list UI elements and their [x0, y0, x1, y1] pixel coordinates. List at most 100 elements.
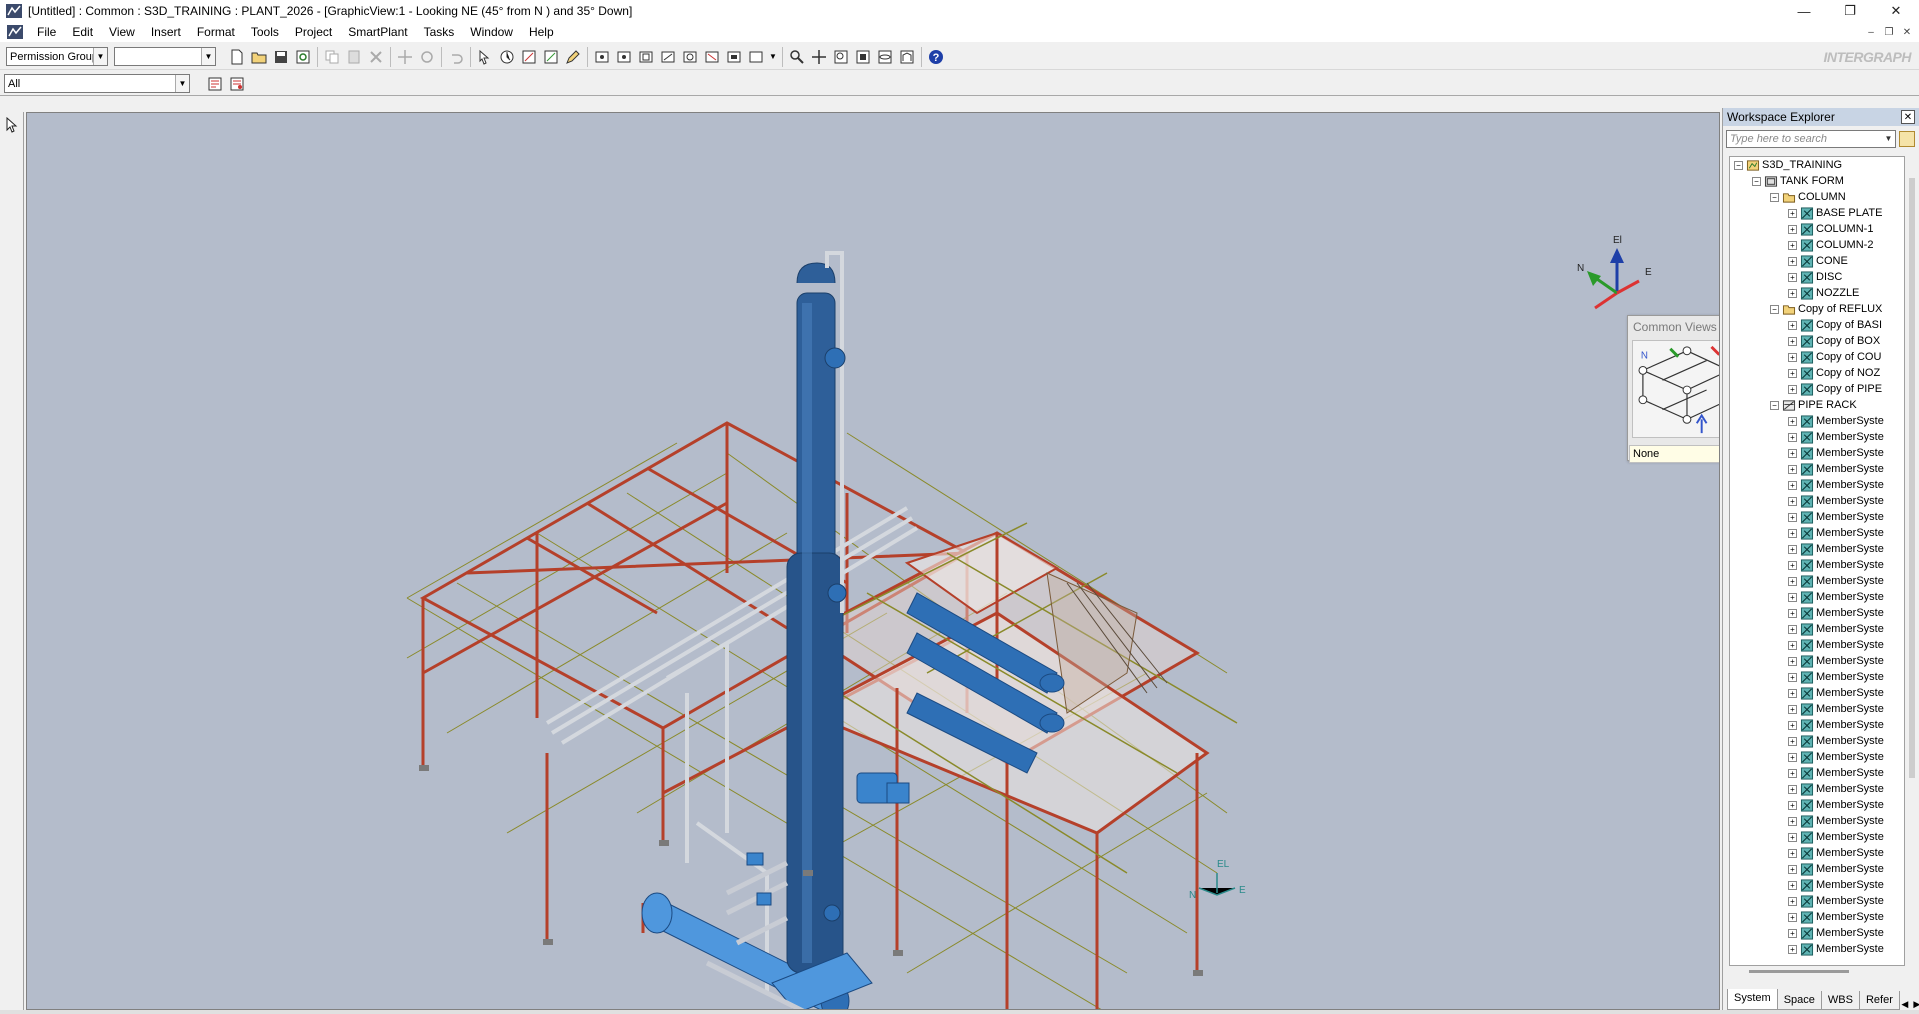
- paste-button[interactable]: [343, 46, 365, 68]
- expand-icon[interactable]: +: [1788, 704, 1797, 714]
- mdi-minimize-button[interactable]: –: [1863, 27, 1879, 38]
- view-5-button[interactable]: [679, 46, 701, 68]
- tree-vertical-scrollbar[interactable]: [1907, 156, 1917, 966]
- tree-item[interactable]: + MemberSyste: [1730, 941, 1904, 957]
- menu-view[interactable]: View: [101, 22, 143, 42]
- collapse-icon[interactable]: −: [1752, 176, 1761, 186]
- view-7-button[interactable]: [723, 46, 745, 68]
- tree-item[interactable]: − PIPE RACK: [1730, 397, 1904, 413]
- tree-item[interactable]: + MemberSyste: [1730, 413, 1904, 429]
- tree-item[interactable]: + MemberSyste: [1730, 845, 1904, 861]
- tree-item[interactable]: + MemberSyste: [1730, 653, 1904, 669]
- view-triad[interactable]: El N E: [1577, 235, 1652, 310]
- filter-properties-button[interactable]: [204, 73, 226, 95]
- help-button[interactable]: ?: [925, 46, 947, 68]
- tree-item[interactable]: + MemberSyste: [1730, 765, 1904, 781]
- expand-icon[interactable]: +: [1788, 272, 1797, 282]
- inspect-button[interactable]: [518, 46, 540, 68]
- tree-item[interactable]: + MemberSyste: [1730, 509, 1904, 525]
- zoom-button[interactable]: [786, 46, 808, 68]
- collapse-icon[interactable]: −: [1770, 304, 1779, 314]
- menu-smartplant[interactable]: SmartPlant: [340, 22, 415, 42]
- chevron-down-icon[interactable]: ▼: [201, 48, 215, 65]
- tab-scroll-left-icon[interactable]: ◀: [1899, 999, 1911, 1010]
- tree-item[interactable]: + MemberSyste: [1730, 493, 1904, 509]
- view-2-button[interactable]: [613, 46, 635, 68]
- active-combo[interactable]: ▼: [114, 47, 216, 66]
- mdi-restore-button[interactable]: ❐: [1881, 27, 1897, 38]
- common-views-button[interactable]: [896, 46, 918, 68]
- open-button[interactable]: [248, 46, 270, 68]
- chevron-down-icon[interactable]: ▼: [175, 75, 189, 92]
- view-1-button[interactable]: [591, 46, 613, 68]
- expand-icon[interactable]: +: [1788, 464, 1797, 474]
- graphic-view[interactable]: El N E EL N E Common Views ✕: [26, 112, 1720, 1010]
- expand-icon[interactable]: +: [1788, 368, 1797, 378]
- collapse-icon[interactable]: −: [1734, 160, 1743, 170]
- expand-icon[interactable]: +: [1788, 448, 1797, 458]
- tab-system[interactable]: System: [1727, 989, 1778, 1010]
- expand-icon[interactable]: +: [1788, 288, 1797, 298]
- expand-icon[interactable]: +: [1788, 432, 1797, 442]
- expand-icon[interactable]: +: [1788, 864, 1797, 874]
- menu-file[interactable]: File: [29, 22, 64, 42]
- tree-item[interactable]: + MemberSyste: [1730, 525, 1904, 541]
- tree-horizontal-scrollbar[interactable]: [1729, 966, 1905, 976]
- tree-item[interactable]: + MemberSyste: [1730, 461, 1904, 477]
- tree-item[interactable]: − Copy of REFLUX: [1730, 301, 1904, 317]
- expand-icon[interactable]: +: [1788, 224, 1797, 234]
- expand-icon[interactable]: +: [1788, 944, 1797, 954]
- document-icon[interactable]: [7, 25, 23, 39]
- tree-item[interactable]: + MemberSyste: [1730, 477, 1904, 493]
- expand-icon[interactable]: +: [1788, 912, 1797, 922]
- expand-icon[interactable]: +: [1788, 640, 1797, 650]
- chevron-down-icon[interactable]: ▼: [1882, 131, 1895, 147]
- view-6-button[interactable]: [701, 46, 723, 68]
- search-folder-button[interactable]: [1899, 131, 1915, 147]
- expand-icon[interactable]: +: [1788, 352, 1797, 362]
- undo-button[interactable]: [445, 46, 467, 68]
- tree-item[interactable]: − COLUMN: [1730, 189, 1904, 205]
- menu-edit[interactable]: Edit: [64, 22, 101, 42]
- tab-wbs[interactable]: WBS: [1820, 991, 1860, 1010]
- view-4-button[interactable]: [657, 46, 679, 68]
- tree-item[interactable]: + Copy of COU: [1730, 349, 1904, 365]
- tree-item[interactable]: + MemberSyste: [1730, 637, 1904, 653]
- tree-item[interactable]: + MemberSyste: [1730, 877, 1904, 893]
- expand-icon[interactable]: +: [1788, 784, 1797, 794]
- expand-icon[interactable]: +: [1788, 576, 1797, 586]
- expand-icon[interactable]: +: [1788, 688, 1797, 698]
- tree-item[interactable]: + MemberSyste: [1730, 925, 1904, 941]
- view-8-button[interactable]: [745, 46, 767, 68]
- tree-item[interactable]: + MemberSyste: [1730, 541, 1904, 557]
- copy-button[interactable]: [321, 46, 343, 68]
- expand-icon[interactable]: +: [1788, 528, 1797, 538]
- expand-icon[interactable]: +: [1788, 496, 1797, 506]
- menu-project[interactable]: Project: [287, 22, 340, 42]
- search-input[interactable]: Type here to search ▼: [1726, 130, 1896, 148]
- tree-item[interactable]: + MemberSyste: [1730, 589, 1904, 605]
- expand-icon[interactable]: +: [1788, 896, 1797, 906]
- tree-item[interactable]: + Copy of BOX: [1730, 333, 1904, 349]
- tab-reference[interactable]: Refer: [1858, 991, 1900, 1010]
- tree-item[interactable]: + MemberSyste: [1730, 621, 1904, 637]
- expand-icon[interactable]: +: [1788, 512, 1797, 522]
- orbit-button[interactable]: [874, 46, 896, 68]
- tree-item[interactable]: + MemberSyste: [1730, 797, 1904, 813]
- select-filter-button[interactable]: [226, 73, 248, 95]
- tree-item[interactable]: + COLUMN-1: [1730, 221, 1904, 237]
- plant-3d-model[interactable]: El N E EL N E: [27, 113, 1720, 1010]
- tab-scroll-right-icon[interactable]: ▶: [1911, 999, 1919, 1010]
- common-views-panel[interactable]: Common Views ✕ N None: [1627, 315, 1720, 463]
- expand-icon[interactable]: +: [1788, 384, 1797, 394]
- tree-item[interactable]: − S3D_TRAINING: [1730, 157, 1904, 173]
- filter-combo[interactable]: All ▼: [4, 74, 190, 93]
- expand-icon[interactable]: +: [1788, 256, 1797, 266]
- collapse-icon[interactable]: −: [1770, 400, 1779, 410]
- maximize-button[interactable]: ❐: [1827, 0, 1873, 22]
- view-cube[interactable]: N: [1632, 340, 1720, 438]
- scrollbar-thumb[interactable]: [1909, 178, 1915, 778]
- new-button[interactable]: [226, 46, 248, 68]
- delete-button[interactable]: [365, 46, 387, 68]
- expand-icon[interactable]: +: [1788, 752, 1797, 762]
